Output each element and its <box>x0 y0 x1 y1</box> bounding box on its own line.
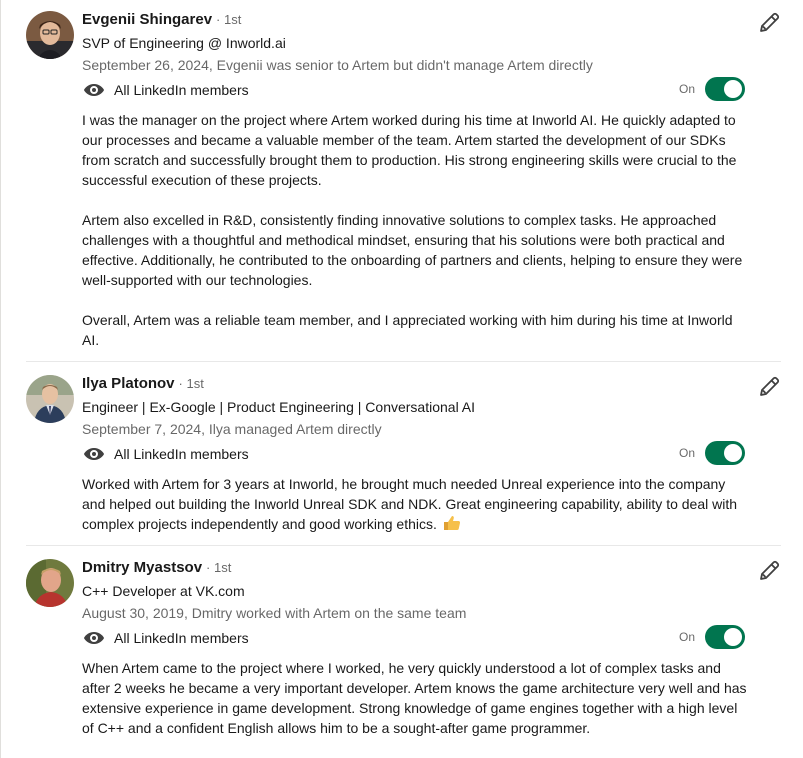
visibility-toggle[interactable] <box>705 441 745 465</box>
pencil-icon[interactable] <box>757 559 781 583</box>
toggle-knob <box>724 80 742 98</box>
recommendations-list: Evgenii Shingarev · 1st SVP of Engineeri… <box>0 0 803 758</box>
name-line: Dmitry Myastsov · 1st <box>82 559 231 581</box>
visibility-toggle-group: On <box>679 77 745 101</box>
recommendation-text: Worked with Artem for 3 years at Inworld… <box>82 474 752 534</box>
toggle-knob <box>724 628 742 646</box>
recommendation-meta: September 7, 2024, Ilya managed Artem di… <box>82 421 382 437</box>
recommender-name[interactable]: Dmitry Myastsov <box>82 559 202 576</box>
visibility-row: All LinkedIn members <box>82 627 249 649</box>
name-line: Ilya Platonov · 1st <box>82 375 204 397</box>
recommendation-meta: August 30, 2019, Dmitry worked with Arte… <box>82 605 467 621</box>
recommendation-paragraph-text: Worked with Artem for 3 years at Inworld… <box>82 476 738 532</box>
avatar-image <box>26 559 74 607</box>
visibility-row: All LinkedIn members <box>82 443 249 465</box>
visibility-label: All LinkedIn members <box>114 630 249 646</box>
toggle-label: On <box>678 446 695 460</box>
eye-icon <box>82 442 106 466</box>
avatar-image <box>26 11 74 59</box>
avatar-image <box>26 375 74 423</box>
recommender-headline: C++ Developer at VK.com <box>82 583 245 599</box>
recommendation-paragraph: I was the manager on the project where A… <box>82 112 737 188</box>
recommendation-paragraph: Worked with Artem for 3 years at Inworld… <box>82 474 752 534</box>
toggle-knob <box>724 444 742 462</box>
connection-degree: · 1st <box>216 12 242 27</box>
visibility-row: All LinkedIn members <box>82 79 249 101</box>
eye-icon <box>82 626 106 650</box>
toggle-label: On <box>678 82 695 96</box>
pencil-icon[interactable] <box>757 375 781 399</box>
visibility-toggle[interactable] <box>705 625 745 649</box>
toggle-label: On <box>678 630 695 644</box>
recommendation-paragraph: Artem also excelled in R&D, consistently… <box>82 212 743 288</box>
visibility-toggle[interactable] <box>705 77 745 101</box>
visibility-label: All LinkedIn members <box>114 82 249 98</box>
thumbs-up-icon <box>443 515 461 531</box>
recommender-headline: SVP of Engineering @ Inworld.ai <box>82 35 286 51</box>
recommendation-text: When Artem came to the project where I w… <box>82 658 752 738</box>
connection-degree: · 1st <box>178 376 204 391</box>
recommender-name[interactable]: Ilya Platonov <box>82 375 175 392</box>
avatar[interactable] <box>26 559 74 607</box>
connection-degree: · 1st <box>206 560 232 575</box>
recommendation-meta: September 26, 2024, Evgenii was senior t… <box>82 57 593 73</box>
recommendation-paragraph: When Artem came to the project where I w… <box>82 660 747 736</box>
divider <box>26 361 781 362</box>
recommendation-text: I was the manager on the project where A… <box>82 110 752 350</box>
avatar[interactable] <box>26 11 74 59</box>
visibility-label: All LinkedIn members <box>114 446 249 462</box>
visibility-toggle-group: On <box>679 625 745 649</box>
recommender-name[interactable]: Evgenii Shingarev <box>82 11 212 28</box>
avatar[interactable] <box>26 375 74 423</box>
divider <box>26 545 781 546</box>
pencil-icon[interactable] <box>757 11 781 35</box>
recommendation-paragraph: Overall, Artem was a reliable team membe… <box>82 312 733 348</box>
eye-icon <box>82 78 106 102</box>
visibility-toggle-group: On <box>679 441 745 465</box>
recommender-headline: Engineer | Ex-Google | Product Engineeri… <box>82 399 476 415</box>
name-line: Evgenii Shingarev · 1st <box>82 11 241 33</box>
